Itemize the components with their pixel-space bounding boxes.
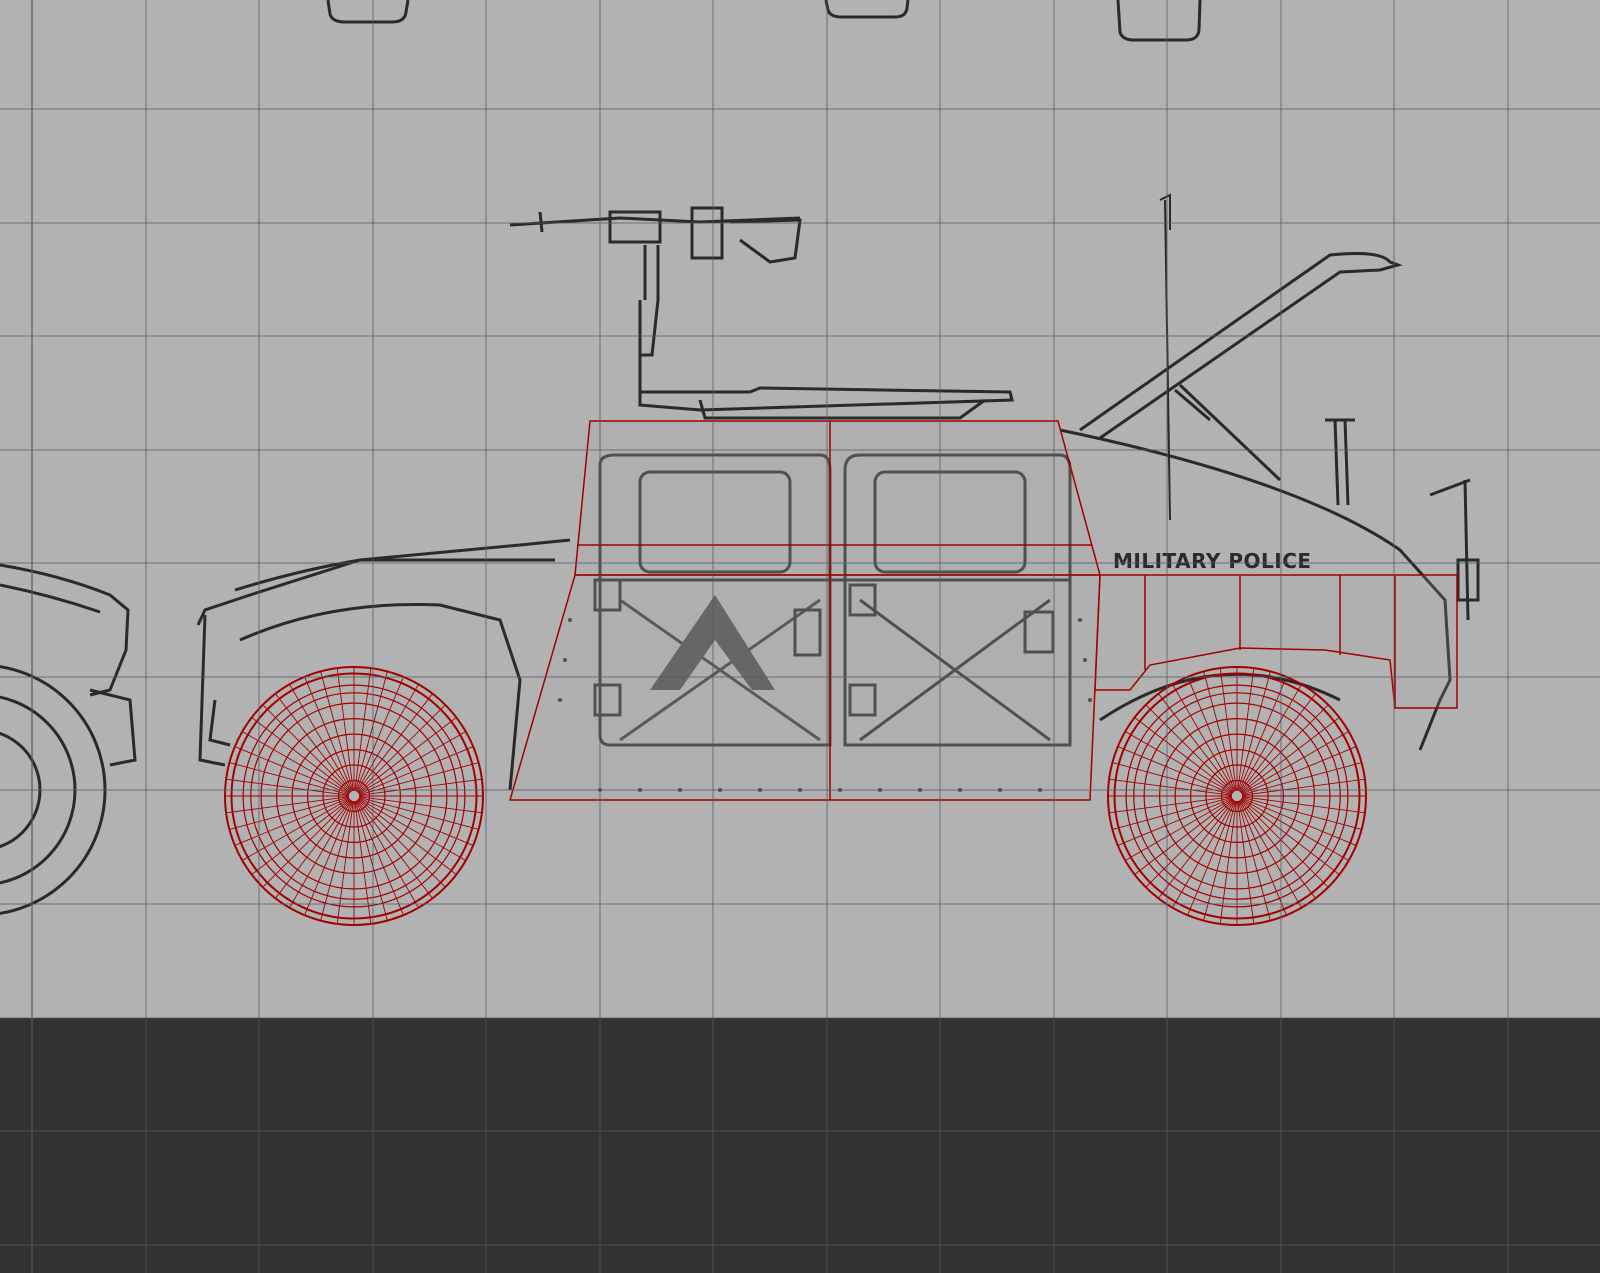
- viewport-grid: [0, 0, 1600, 1273]
- 3d-viewport[interactable]: MILITARY POLICE: [0, 0, 1600, 1273]
